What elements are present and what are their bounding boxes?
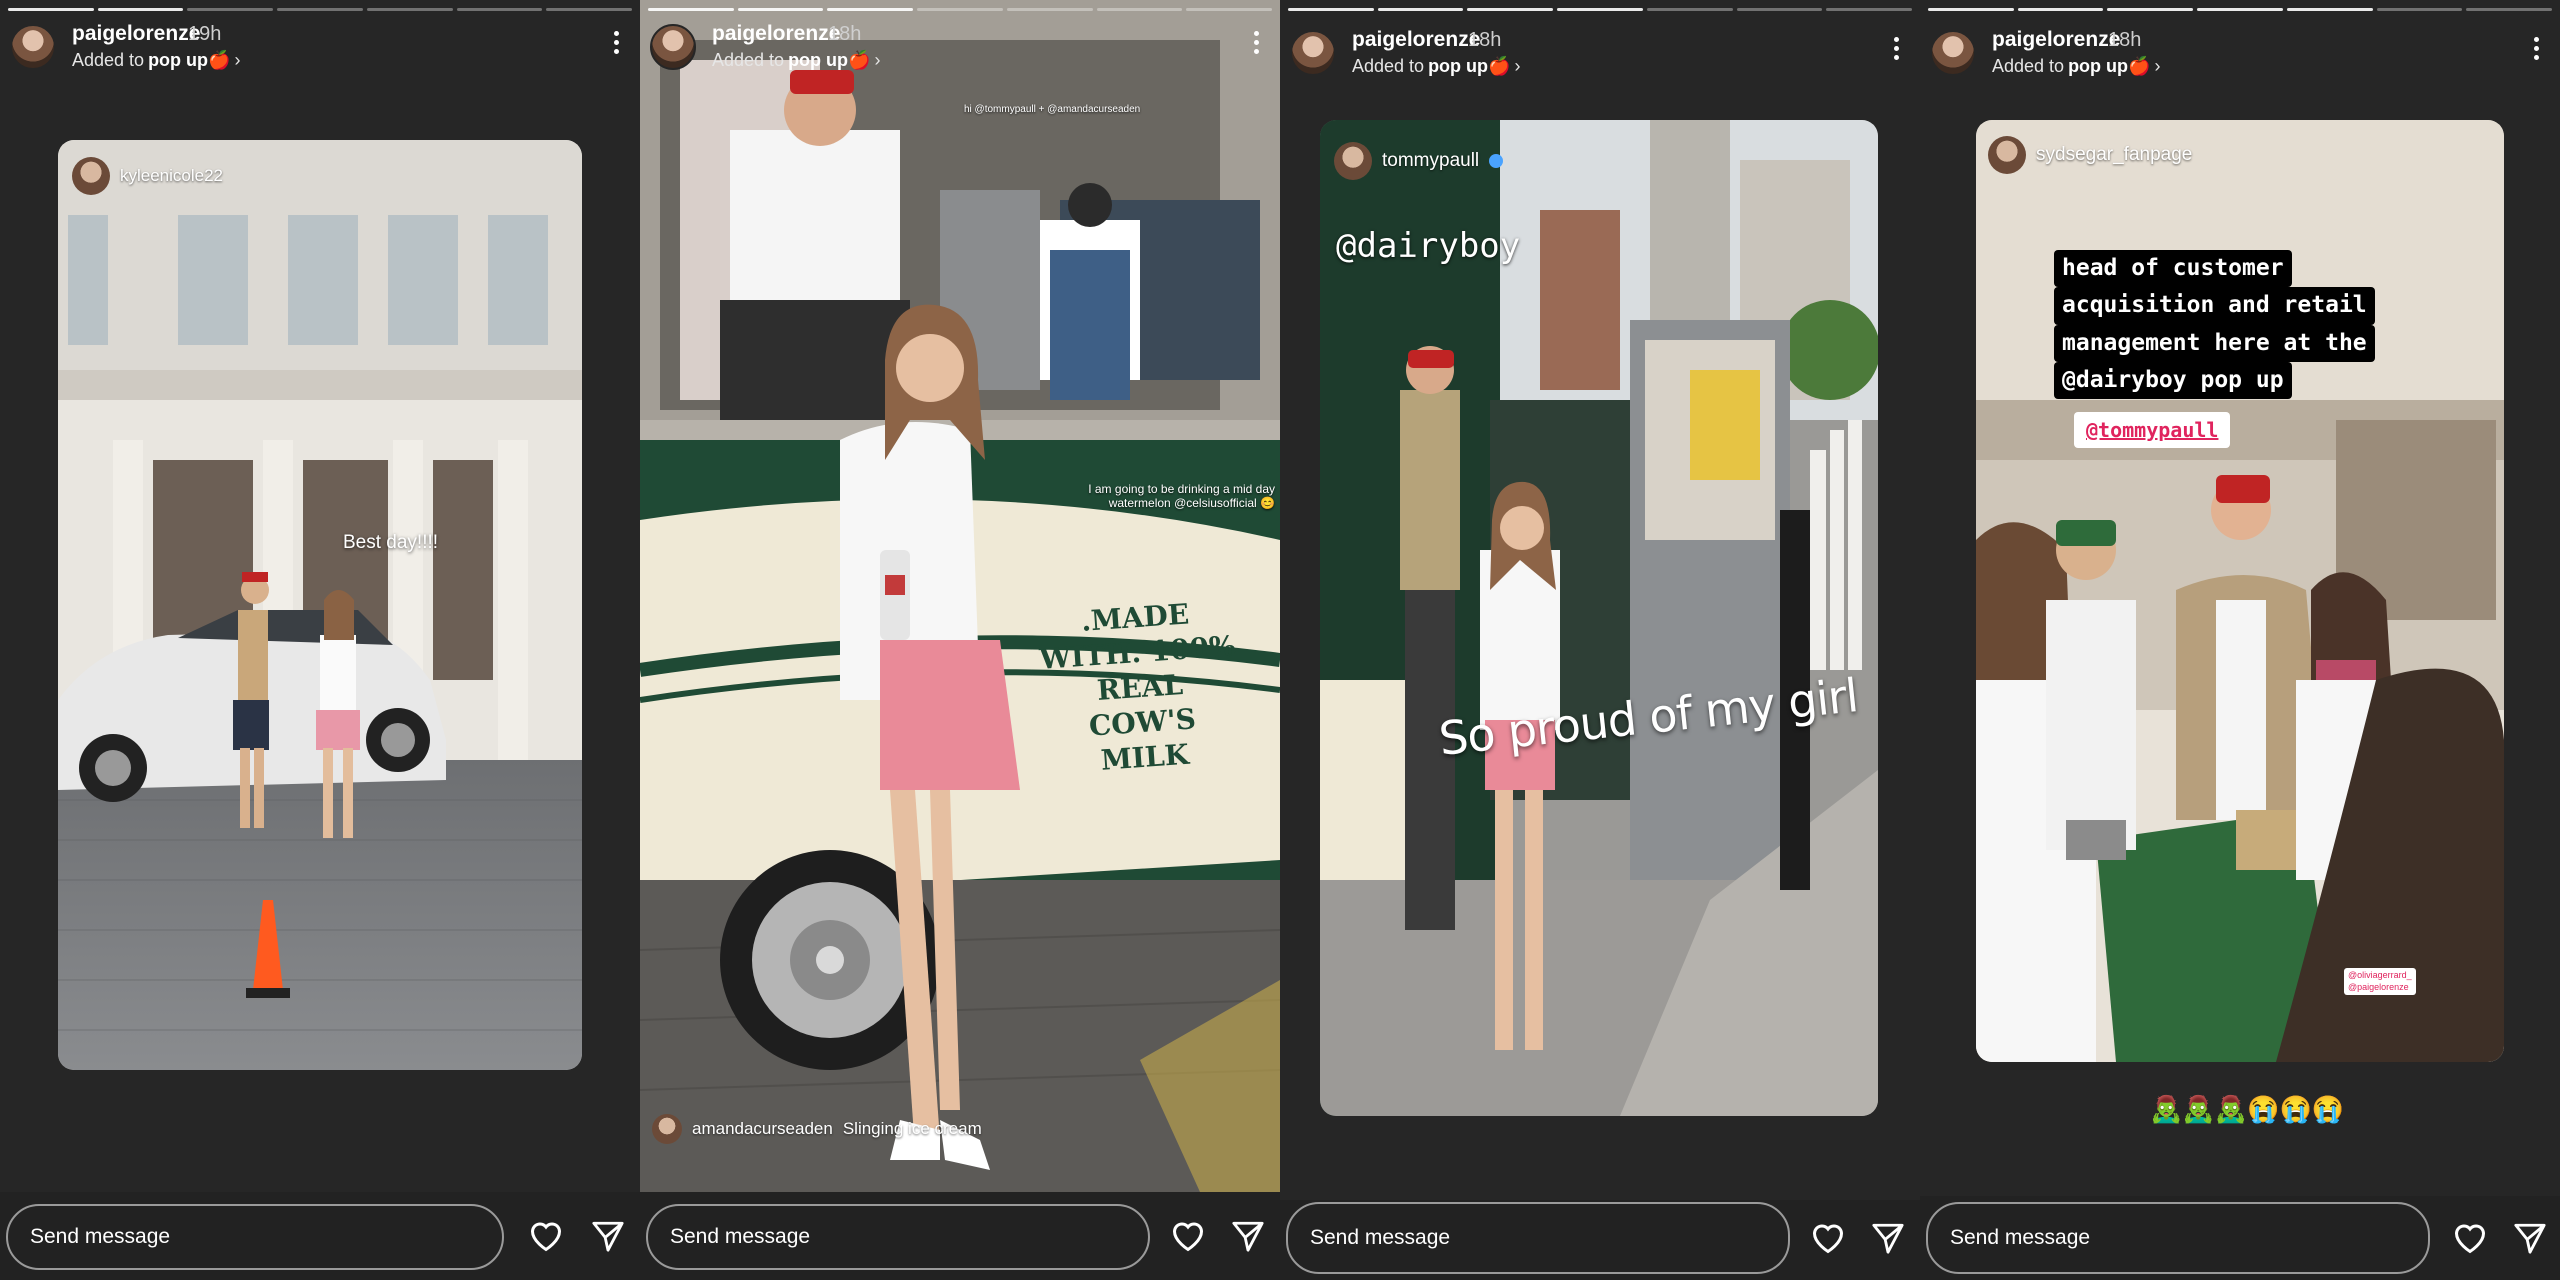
- reply-bar: Send message: [0, 1192, 640, 1280]
- added-prefix: Added to: [72, 50, 145, 70]
- more-icon[interactable]: [2526, 28, 2546, 68]
- send-icon[interactable]: [586, 1214, 630, 1258]
- reply-bar: Send message: [1280, 1200, 1920, 1280]
- chevron-right-icon: ›: [874, 50, 881, 70]
- mention-text[interactable]: hi @tommypaull + @amandacurseaden: [964, 104, 1140, 115]
- chevron-right-icon: ›: [234, 50, 241, 70]
- text-line: management here at the: [2054, 324, 2375, 363]
- highlight-name: pop up🍎: [148, 50, 231, 70]
- tagged-user[interactable]: kyleenicole22: [72, 157, 223, 195]
- profile-avatar[interactable]: [1290, 30, 1336, 76]
- story-header: paigelorenze 19h Added to pop up🍎 ›: [10, 18, 630, 82]
- story-panel-3: paigelorenze 18h Added to pop up🍎 › tomm…: [1280, 0, 1920, 1280]
- tagged-user-avatar: [1334, 142, 1372, 180]
- highlight-link[interactable]: Added to pop up🍎 ›: [1352, 56, 1520, 77]
- reply-bar: Send message: [640, 1192, 1280, 1280]
- send-icon[interactable]: [1226, 1214, 1270, 1258]
- added-prefix: Added to: [712, 50, 785, 70]
- chevron-right-icon: ›: [1514, 56, 1521, 76]
- text-line: head of customer: [2054, 250, 2292, 288]
- tagged-user-avatar: [72, 157, 110, 195]
- username[interactable]: paigelorenze: [72, 22, 200, 46]
- profile-avatar[interactable]: [650, 24, 696, 70]
- emoji-row: 🧟‍♂️🧟‍♂️🧟‍♂️😭😭😭: [2150, 1094, 2345, 1124]
- side-caption: I am going to be drinking a mid day wate…: [1088, 482, 1275, 510]
- credit-avatar: [652, 1114, 682, 1144]
- profile-avatar[interactable]: [10, 24, 56, 70]
- credit-user[interactable]: amandacurseaden Slinging ice cream: [652, 1114, 982, 1144]
- small-mention[interactable]: @oliviagerrard_: [2348, 970, 2412, 982]
- highlight-link[interactable]: Added to pop up🍎 ›: [1992, 56, 2160, 77]
- heart-icon[interactable]: [2448, 1216, 2492, 1260]
- progress-bars: [1288, 8, 1913, 11]
- progress-bars: [8, 8, 633, 11]
- small-mention[interactable]: @paigelorenze: [2348, 982, 2412, 994]
- tagged-username: sydsegar_fanpage: [2036, 144, 2193, 165]
- highlight-link[interactable]: Added to pop up🍎 ›: [712, 50, 880, 71]
- small-mentions: @oliviagerrard_ @paigelorenze: [2344, 968, 2416, 996]
- highlight-link[interactable]: Added to pop up🍎 ›: [72, 50, 240, 71]
- progress-bars: [648, 8, 1273, 11]
- more-icon[interactable]: [606, 22, 626, 62]
- post-time: 18h: [828, 23, 862, 45]
- verified-icon: [1489, 154, 1504, 168]
- story-photo: [58, 140, 582, 1070]
- username[interactable]: paigelorenze: [712, 22, 840, 46]
- credit-username: amandacurseaden: [692, 1119, 833, 1138]
- story-header: paigelorenze 18h Added to pop up🍎 ›: [1930, 24, 2550, 88]
- post-time: 18h: [1468, 29, 1502, 51]
- text-sticker: head of customer acquisition and retail …: [2054, 250, 2375, 400]
- username[interactable]: paigelorenze: [1352, 28, 1480, 52]
- send-message-input[interactable]: Send message: [6, 1204, 504, 1270]
- reply-bar: Send message: [1920, 1196, 2560, 1280]
- send-message-input[interactable]: Send message: [1286, 1202, 1790, 1274]
- story-caption: Best day!!!!: [343, 532, 439, 553]
- credit-text: Slinging ice cream: [842, 1119, 982, 1138]
- tagged-user[interactable]: sydsegar_fanpage: [1988, 136, 2192, 174]
- text-line: acquisition and retail: [2054, 287, 2375, 325]
- story-panel-1: paigelorenze 19h Added to pop up🍎 › kyle…: [0, 0, 640, 1280]
- added-prefix: Added to: [1992, 56, 2065, 76]
- story-header: paigelorenze 18h Added to pop up🍎 ›: [1290, 24, 1910, 88]
- more-icon[interactable]: [1886, 28, 1906, 68]
- story-panel-2: paigelorenze 18h Added to pop up🍎 › hi @…: [640, 0, 1280, 1280]
- tagged-username: tommypaull: [1382, 150, 1480, 171]
- highlight-name: pop up🍎: [2068, 56, 2151, 76]
- post-time: 19h: [188, 23, 222, 45]
- post-time: 18h: [2108, 29, 2142, 51]
- mention-sticker[interactable]: @tommypaull: [2074, 412, 2231, 448]
- story-panel-4: paigelorenze 18h Added to pop up🍎 › syds…: [1920, 0, 2560, 1280]
- username[interactable]: paigelorenze: [1992, 28, 2120, 52]
- send-message-input[interactable]: Send message: [1926, 1202, 2430, 1274]
- send-message-input[interactable]: Send message: [646, 1204, 1150, 1270]
- story-photo: [1320, 120, 1878, 1116]
- profile-avatar[interactable]: [1930, 30, 1976, 76]
- heart-icon[interactable]: [1166, 1214, 1210, 1258]
- added-prefix: Added to: [1352, 56, 1425, 76]
- heart-icon[interactable]: [1806, 1216, 1850, 1260]
- text-line: @dairyboy pop up: [2054, 362, 2292, 400]
- progress-bars: [1928, 8, 2553, 11]
- tagged-user[interactable]: tommypaull: [1334, 142, 1504, 180]
- tagged-user-avatar: [1988, 136, 2026, 174]
- story-header: paigelorenze 18h Added to pop up🍎 ›: [650, 18, 1270, 82]
- send-icon[interactable]: [2508, 1216, 2552, 1260]
- highlight-name: pop up🍎: [788, 50, 871, 70]
- highlight-name: pop up🍎: [1428, 56, 1511, 76]
- send-icon[interactable]: [1866, 1216, 1910, 1260]
- tagged-username: kyleenicole22: [120, 166, 224, 185]
- chevron-right-icon: ›: [2154, 56, 2161, 76]
- truck-lettering: .MADE WITH. 100% REAL COW'S MILK: [1038, 597, 1237, 777]
- mention-sticker[interactable]: @dairyboy: [1336, 226, 1520, 266]
- more-icon[interactable]: [1246, 22, 1266, 62]
- heart-icon[interactable]: [524, 1214, 568, 1258]
